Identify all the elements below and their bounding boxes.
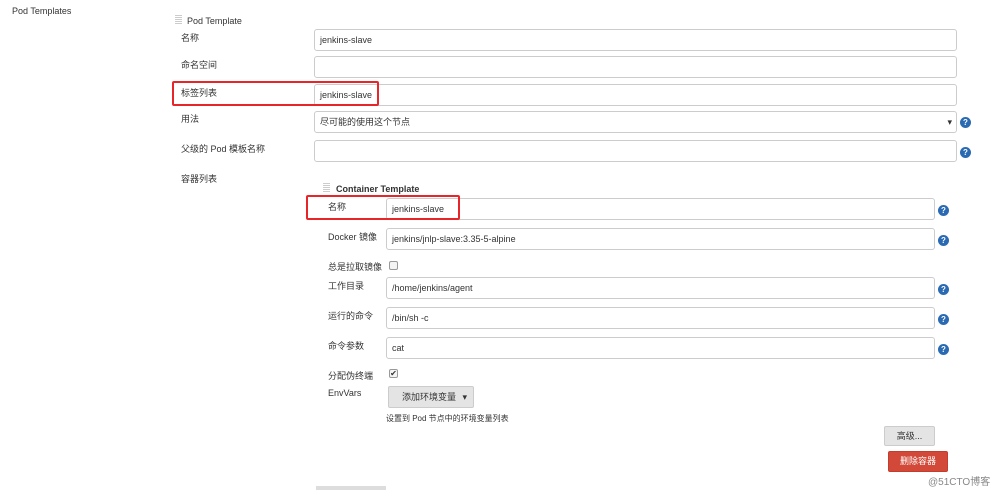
scroll-indicator [316, 486, 386, 490]
watermark: @51CTO博客 [928, 477, 991, 488]
workdir-label: 工作目录 [328, 281, 365, 291]
args-label: 命令参数 [328, 341, 365, 351]
args-input[interactable]: cat [386, 337, 935, 359]
namespace-label: 命名空间 [181, 60, 218, 70]
pod-template-title: Pod Template [187, 16, 242, 26]
drag-handle-icon[interactable] [323, 183, 330, 193]
usage-select[interactable]: 尽可能的使用这个节点 ▾ [314, 111, 957, 133]
image-label: Docker 镜像 [328, 232, 378, 242]
namespace-input[interactable] [314, 56, 957, 78]
image-input[interactable]: jenkins/jnlp-slave:3.35-5-alpine [386, 228, 935, 250]
highlight-box [172, 81, 379, 106]
delete-container-button[interactable]: 删除容器 [888, 451, 948, 472]
section-title: Pod Templates [12, 6, 72, 16]
add-envvar-label: 添加环境变量 [402, 392, 457, 402]
help-icon[interactable]: ? [938, 205, 949, 216]
help-icon[interactable]: ? [938, 284, 949, 295]
container-template-title: Container Template [336, 184, 420, 194]
help-icon[interactable]: ? [960, 147, 971, 158]
highlight-box [306, 195, 460, 220]
parent-input[interactable] [314, 140, 957, 162]
name-input[interactable]: jenkins-slave [314, 29, 957, 51]
name-label: 名称 [181, 33, 200, 43]
help-icon[interactable]: ? [938, 235, 949, 246]
usage-label: 用法 [181, 114, 200, 124]
dropdown-arrow-icon: ▾ [462, 392, 467, 402]
help-icon[interactable]: ? [938, 314, 949, 325]
dropdown-arrow-icon: ▾ [947, 117, 952, 127]
command-input[interactable]: /bin/sh -c [386, 307, 935, 329]
command-label: 运行的命令 [328, 311, 374, 321]
parent-label: 父级的 Pod 模板名称 [181, 144, 266, 154]
labels-input[interactable]: jenkins-slave [314, 84, 957, 106]
advanced-button[interactable]: 高级... [884, 426, 935, 446]
containers-label: 容器列表 [181, 174, 218, 184]
always-pull-label: 总是拉取镜像 [328, 262, 383, 272]
tty-label: 分配伪终端 [328, 371, 374, 381]
drag-handle-icon[interactable] [175, 15, 182, 25]
container-name-input[interactable]: jenkins-slave [386, 198, 935, 220]
envvars-hint: 设置到 Pod 节点中的环境变量列表 [386, 414, 509, 423]
workdir-input[interactable]: /home/jenkins/agent [386, 277, 935, 299]
help-icon[interactable]: ? [960, 117, 971, 128]
tty-checkbox[interactable]: ✔ [389, 369, 398, 378]
help-icon[interactable]: ? [938, 344, 949, 355]
always-pull-checkbox[interactable] [389, 261, 398, 270]
usage-value: 尽可能的使用这个节点 [320, 117, 411, 127]
envvars-label: EnvVars [328, 388, 362, 398]
add-envvar-button[interactable]: 添加环境变量 ▾ [388, 386, 474, 408]
